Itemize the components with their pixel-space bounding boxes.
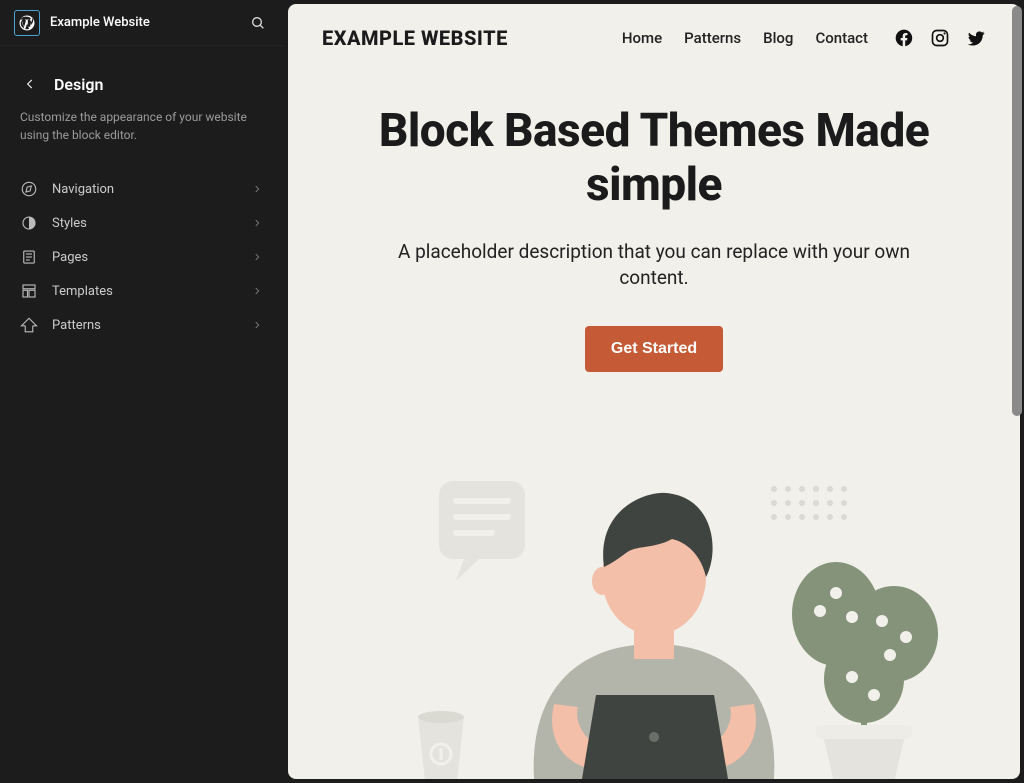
preview-stage: EXAMPLE WEBSITE Home Patterns Blog Conta… — [284, 0, 1024, 783]
facebook-icon[interactable] — [894, 28, 914, 48]
sidebar-menu: Navigation Styles Pages Templates — [0, 172, 284, 342]
wordpress-icon[interactable] — [14, 10, 40, 36]
sidebar-item-label: Templates — [52, 284, 113, 299]
sidebar-item-navigation[interactable]: Navigation — [0, 172, 284, 206]
twitter-icon[interactable] — [966, 28, 986, 48]
nav-link-home[interactable]: Home — [622, 29, 662, 47]
nav-link-contact[interactable]: Contact — [815, 29, 868, 47]
panel-description: Customize the appearance of your website… — [0, 94, 284, 144]
hero-illustration — [288, 390, 1020, 779]
sidebar-topbar: Example Website — [0, 0, 284, 46]
chevron-right-icon — [250, 318, 264, 332]
sidebar-item-label: Styles — [52, 216, 87, 231]
sidebar-item-label: Navigation — [52, 182, 114, 197]
sidebar-item-label: Pages — [52, 250, 88, 265]
sidebar-item-pages[interactable]: Pages — [0, 240, 284, 274]
sidebar-brand[interactable]: Example Website — [14, 10, 150, 36]
site-title: Example Website — [50, 15, 150, 30]
panel-title: Design — [54, 75, 103, 94]
patterns-icon — [20, 316, 38, 334]
chevron-right-icon — [250, 284, 264, 298]
preview-nav: Home Patterns Blog Contact — [622, 29, 868, 47]
nav-link-blog[interactable]: Blog — [763, 29, 793, 47]
layout-icon — [20, 282, 38, 300]
sidebar-item-label: Patterns — [52, 318, 101, 333]
hero-headline: Block Based Themes Made simple — [338, 104, 970, 213]
preview-header: EXAMPLE WEBSITE Home Patterns Blog Conta… — [288, 4, 1020, 50]
preview-brand[interactable]: EXAMPLE WEBSITE — [322, 26, 508, 50]
preview-social-icons — [894, 28, 986, 48]
back-button[interactable] — [20, 74, 40, 94]
chevron-right-icon — [250, 250, 264, 264]
hero-subheadline: A placeholder description that you can r… — [374, 239, 934, 292]
get-started-button[interactable]: Get Started — [585, 326, 723, 372]
sidebar-item-templates[interactable]: Templates — [0, 274, 284, 308]
chevron-right-icon — [250, 182, 264, 196]
search-button[interactable] — [246, 11, 270, 35]
compass-icon — [20, 180, 38, 198]
editor-sidebar: Example Website Design Customize the app… — [0, 0, 284, 783]
hero-section: Block Based Themes Made simple A placeho… — [288, 50, 1020, 390]
half-circle-icon — [20, 214, 38, 232]
chevron-right-icon — [250, 216, 264, 230]
nav-link-patterns[interactable]: Patterns — [684, 29, 741, 47]
instagram-icon[interactable] — [930, 28, 950, 48]
panel-header: Design — [0, 46, 284, 94]
sidebar-item-patterns[interactable]: Patterns — [0, 308, 284, 342]
site-preview[interactable]: EXAMPLE WEBSITE Home Patterns Blog Conta… — [288, 4, 1020, 779]
page-icon — [20, 248, 38, 266]
vertical-scrollbar[interactable] — [1012, 6, 1022, 416]
sidebar-item-styles[interactable]: Styles — [0, 206, 284, 240]
